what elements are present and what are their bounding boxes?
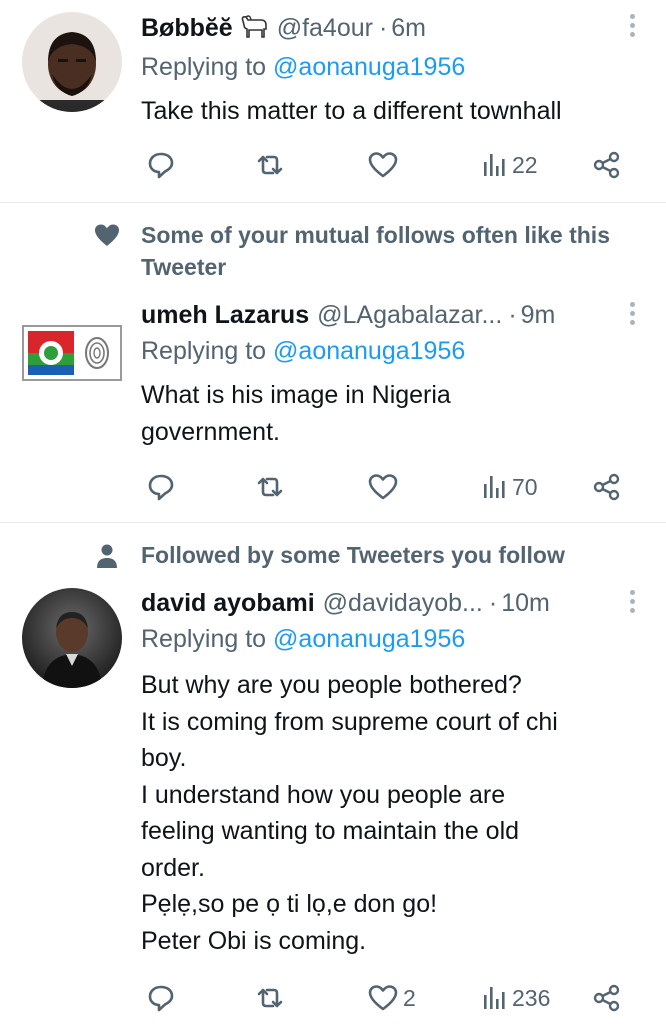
tweet-line: It is coming from supreme court of chi xyxy=(141,707,558,736)
view-count: 70 xyxy=(512,473,538,500)
tweet-line: But why are you people bothered? xyxy=(141,671,522,699)
more-options-icon[interactable] xyxy=(628,14,636,40)
social-context-line: Some of your mutual follows often like t… xyxy=(141,222,610,248)
tweet-line: Peter Obi is coming. xyxy=(141,926,367,955)
heart-icon xyxy=(95,224,119,246)
tweet-line: I understand how you people are xyxy=(141,780,506,809)
user-handle[interactable]: @LAgabalazar... xyxy=(317,301,502,330)
tweet-line: What is his image in Nigeria xyxy=(141,381,451,409)
retweet-button[interactable] xyxy=(254,467,286,507)
view-count: 22 xyxy=(512,151,538,178)
tweet-line: Pẹlẹ,so pe ọ ti lọ,e don go! xyxy=(141,890,438,918)
share-button[interactable] xyxy=(592,145,622,185)
display-name[interactable]: umeh Lazarus xyxy=(141,301,309,330)
share-icon xyxy=(593,984,620,1012)
tweet-actions: 22 xyxy=(0,145,666,185)
views-icon xyxy=(484,987,505,1009)
tweet-text: But why are you people bothered? It is c… xyxy=(141,667,651,959)
reply-icon xyxy=(148,152,174,179)
social-context-text: Some of your mutual follows often like t… xyxy=(141,219,610,283)
share-button[interactable] xyxy=(592,978,622,1018)
separator: · xyxy=(378,13,388,42)
timestamp[interactable]: 6m xyxy=(391,14,426,43)
like-button[interactable] xyxy=(367,467,403,507)
reply-button[interactable] xyxy=(146,467,176,507)
tweet[interactable]: Followed by some Tweeters you follow dav… xyxy=(0,523,666,1024)
more-options-icon[interactable] xyxy=(628,302,636,328)
avatar[interactable] xyxy=(22,588,122,688)
heart-icon xyxy=(368,474,398,500)
replying-to-label: Replying to xyxy=(141,53,267,81)
replying-to: Replying to @aonanuga1956 xyxy=(141,625,465,654)
replying-to-label: Replying to xyxy=(141,625,267,653)
avatar[interactable] xyxy=(22,325,122,381)
separator: · xyxy=(488,588,498,617)
tweet-text: Take this matter to a different townhall xyxy=(141,93,651,130)
separator: · xyxy=(508,300,517,329)
reply-to-link[interactable]: @aonanuga1956 xyxy=(273,337,465,365)
display-name[interactable]: Bøbbĕĕ xyxy=(141,14,233,43)
view-count: 236 xyxy=(512,984,551,1011)
goat-emoji-icon xyxy=(239,15,269,41)
social-context-line: Followed by some Tweeters you follow xyxy=(141,542,565,568)
views-icon xyxy=(484,476,505,498)
share-button[interactable] xyxy=(592,467,622,507)
replying-to: Replying to @aonanuga1956 xyxy=(141,337,465,366)
timestamp[interactable]: 10m xyxy=(501,589,550,618)
heart-icon xyxy=(368,985,398,1011)
views-button[interactable]: 236 xyxy=(482,978,550,1018)
social-context-line: Tweeter xyxy=(141,254,227,280)
heart-icon xyxy=(368,152,398,178)
tweet-header: umeh Lazarus @LAgabalazar... · 9m xyxy=(141,295,555,335)
like-button[interactable]: 2 xyxy=(367,978,416,1018)
retweet-icon xyxy=(257,988,283,1008)
tweet-line: Take this matter to a different townhall xyxy=(141,97,562,125)
reply-button[interactable] xyxy=(146,145,176,185)
tweet-text: What is his image in Nigeria government. xyxy=(141,377,651,450)
views-icon xyxy=(484,154,505,176)
tweet[interactable]: Some of your mutual follows often like t… xyxy=(0,203,666,521)
like-button[interactable] xyxy=(367,145,403,185)
tweet-actions: 70 xyxy=(0,467,666,507)
tweet-line: feeling wanting to maintain the old xyxy=(141,817,520,845)
tweet-line: boy. xyxy=(141,744,187,772)
social-context-text: Followed by some Tweeters you follow xyxy=(141,539,565,571)
avatar[interactable] xyxy=(22,12,122,112)
views-button[interactable]: 22 xyxy=(482,145,538,185)
user-handle[interactable]: @fa4our xyxy=(277,14,373,43)
tweet-actions: 2 236 xyxy=(0,978,666,1018)
like-count: 2 xyxy=(403,984,416,1011)
retweet-button[interactable] xyxy=(254,978,286,1018)
tweet-line: order. xyxy=(141,853,205,882)
tweet-header: david ayobami @davidayob... · 10m xyxy=(141,583,550,623)
tweet-header: Bøbbĕĕ @fa4our · 6m xyxy=(141,8,426,48)
reply-icon xyxy=(148,985,174,1012)
replying-to-label: Replying to xyxy=(141,337,267,365)
timestamp[interactable]: 9m xyxy=(521,301,556,330)
replying-to: Replying to @aonanuga1956 xyxy=(141,53,465,82)
reply-to-link[interactable]: @aonanuga1956 xyxy=(273,625,465,653)
reply-icon xyxy=(148,474,174,501)
retweet-icon xyxy=(257,477,283,497)
person-icon xyxy=(97,544,117,568)
reply-to-link[interactable]: @aonanuga1956 xyxy=(273,53,465,81)
reply-button[interactable] xyxy=(146,978,176,1018)
more-options-icon[interactable] xyxy=(628,590,636,616)
tweet-line: government. xyxy=(141,417,280,446)
tweet[interactable]: Bøbbĕĕ @fa4our · 6m Replying to @aonanug… xyxy=(0,0,666,200)
share-icon xyxy=(593,473,620,501)
retweet-icon xyxy=(257,155,283,175)
retweet-button[interactable] xyxy=(254,145,286,185)
display-name[interactable]: david ayobami xyxy=(141,589,315,618)
user-handle[interactable]: @davidayob... xyxy=(323,589,483,618)
share-icon xyxy=(593,151,620,179)
views-button[interactable]: 70 xyxy=(482,467,538,507)
social-context: Some of your mutual follows often like t… xyxy=(0,219,666,283)
